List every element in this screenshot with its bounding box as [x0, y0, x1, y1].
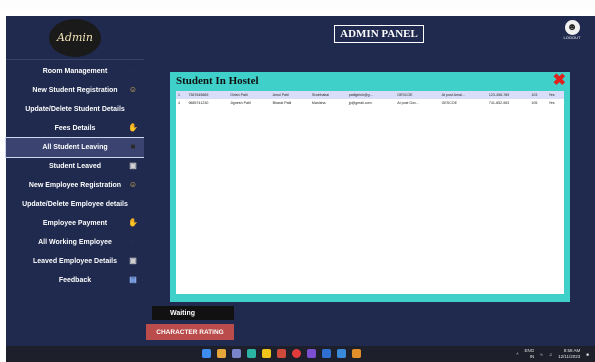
exit-icon: ▣ — [129, 256, 137, 265]
sidebar-item-9[interactable]: All Working Employee ○ — [6, 233, 144, 252]
panel-title: Student In Hostel — [176, 75, 259, 87]
app-icon[interactable] — [232, 349, 241, 358]
chevron-up-icon[interactable]: ^ — [516, 352, 518, 357]
table-cell: GESCOE — [397, 93, 413, 97]
windows-start-icon[interactable] — [202, 349, 211, 358]
table-row[interactable]: 1 7387645869 Girish Patil Amol Patil Shobhab… — [176, 91, 564, 99]
sidebar-item-label: Feedback — [58, 277, 92, 284]
sidebar-item-label: Update/Delete Employee details — [22, 201, 128, 208]
circle-icon: ○ — [130, 66, 136, 75]
sidebar-item-label: All Student Leaving — [42, 144, 108, 151]
table-cell: 123-456-789 — [488, 93, 510, 97]
chrome-icon[interactable] — [292, 349, 301, 358]
sidebar-item-1[interactable]: New Student Registration ☺ — [6, 81, 144, 100]
table-cell: Girish Patil — [230, 93, 248, 97]
table-cell: 9685741230 — [188, 101, 209, 105]
sidebar-item-6[interactable]: New Employee Registration ☺ — [6, 176, 144, 195]
table-cell: Yes — [548, 93, 555, 97]
logo-text: Admin — [56, 31, 94, 44]
table-cell: patilgirish@g... — [348, 93, 373, 97]
table-cell: GESCOE — [441, 101, 457, 105]
sidebar-item-label: Update/Delete Student Details — [25, 106, 125, 113]
table-cell: 4 — [178, 101, 180, 105]
close-icon[interactable]: ✖ — [553, 70, 566, 90]
language-indicator[interactable]: ENG IN — [524, 348, 534, 360]
table-cell: At post Amal... — [441, 93, 465, 97]
taskbar: ^ ENG IN ≈ ♫ 8:58 AM 12/11/2023 ■ — [6, 346, 595, 362]
folder-icon[interactable] — [262, 349, 271, 358]
sidebar-item-label: Fees Details — [54, 125, 96, 132]
table-cell: 1 — [178, 93, 180, 97]
student-in-hostel-panel: Student In Hostel ✖ 1 7387645869 Girish Pa… — [170, 72, 570, 302]
browser-icon[interactable] — [337, 349, 346, 358]
sidebar: Admin Room Management ○ New Student Regist… — [5, 16, 145, 346]
sidebar-item-4[interactable]: All Student Leaving ■ — [5, 137, 145, 158]
sidebar-item-3[interactable]: Fees Details ✋ — [6, 119, 144, 138]
sidebar-item-label: Room Management — [42, 68, 108, 75]
vscode-icon[interactable] — [322, 349, 331, 358]
sidebar-item-0[interactable]: Room Management ○ — [6, 62, 144, 81]
money-hand-icon: ✋ — [128, 218, 138, 227]
table-cell: 741-852-963 — [488, 101, 510, 105]
sidebar-item-2[interactable]: Update/Delete Student Details — [6, 100, 144, 119]
sidebar-menu: Room Management ○ New Student Registration… — [5, 62, 145, 290]
main-area: ADMIN PANEL ☻ LOGOUT Student In Hostel ✖… — [144, 16, 595, 346]
lang-bottom: IN — [529, 354, 535, 359]
exit-icon: ▣ — [129, 161, 137, 170]
visual-studio-icon[interactable] — [307, 349, 316, 358]
top-strip — [0, 0, 595, 9]
logo-area: Admin — [6, 16, 144, 60]
table-cell: 105 — [531, 101, 538, 105]
table-cell: Manisha — [311, 101, 326, 105]
logout-label: LOGOUT — [563, 35, 581, 40]
table-cell: Bharat Patil — [272, 101, 292, 105]
sidebar-item-5[interactable]: Student Leaved ▣ — [6, 157, 144, 176]
admin-logo: Admin — [49, 18, 101, 57]
character-rating-button[interactable]: CHARACTER RATING — [146, 324, 234, 340]
table-cell: 7387645869 — [188, 93, 209, 97]
student-table: 1 7387645869 Girish Patil Amol Patil Shobhab… — [176, 91, 564, 294]
page-title: ADMIN PANEL — [334, 25, 424, 43]
clock-date: 12/11/2023 — [558, 354, 581, 359]
sidebar-item-10[interactable]: Leaved Employee Details ▣ — [6, 252, 144, 271]
taskbar-icons — [202, 349, 361, 358]
volume-icon[interactable]: ♫ — [549, 352, 552, 357]
clock[interactable]: 8:58 AM 12/11/2023 — [558, 348, 580, 360]
notification-icon[interactable]: ■ — [586, 352, 589, 357]
waiting-button[interactable]: Waiting — [152, 306, 234, 320]
money-hand-icon: ✋ — [128, 123, 138, 132]
table-cell: Jignesh Patil — [230, 101, 251, 105]
sidebar-item-label: New Student Registration — [32, 87, 118, 94]
table-cell: 103 — [531, 93, 538, 97]
circle-icon: ○ — [130, 237, 136, 246]
sidebar-item-8[interactable]: Employee Payment ✋ — [6, 214, 144, 233]
sidebar-item-label: Employee Payment — [42, 220, 108, 227]
table-cell: At post Gov... — [397, 101, 419, 105]
table-cell: Yes — [548, 101, 555, 105]
user-add-icon: ☺ — [128, 180, 138, 189]
sidebar-item-11[interactable]: Feedback ▤ — [6, 271, 144, 290]
system-tray: ^ ENG IN ≈ ♫ 8:58 AM 12/11/2023 ■ — [516, 348, 589, 360]
edge-icon[interactable] — [247, 349, 256, 358]
table-cell: Shobhabai — [311, 93, 330, 97]
table-cell: Amol Patil — [272, 93, 289, 97]
logout-button[interactable]: ☻ LOGOUT — [562, 20, 582, 42]
sidebar-item-7[interactable]: Update/Delete Employee details — [6, 195, 144, 214]
wifi-icon[interactable]: ≈ — [540, 352, 542, 357]
square-icon: ■ — [130, 142, 136, 151]
file-explorer-icon[interactable] — [217, 349, 226, 358]
sidebar-item-label: Leaved Employee Details — [32, 258, 118, 265]
document-icon: ▤ — [129, 275, 137, 284]
table-row[interactable]: 4 9685741230 Jignesh Patil Bharat Patil Mani… — [176, 99, 564, 107]
user-icon: ☻ — [564, 20, 580, 35]
sidebar-item-label: All Working Employee — [38, 239, 112, 246]
office-icon[interactable] — [277, 349, 286, 358]
user-add-icon: ☺ — [128, 85, 138, 94]
sidebar-item-label: New Employee Registration — [28, 182, 122, 189]
java-icon[interactable] — [352, 349, 361, 358]
sidebar-item-label: Student Leaved — [48, 163, 102, 170]
table-cell: jp@gmail.com — [348, 101, 372, 105]
